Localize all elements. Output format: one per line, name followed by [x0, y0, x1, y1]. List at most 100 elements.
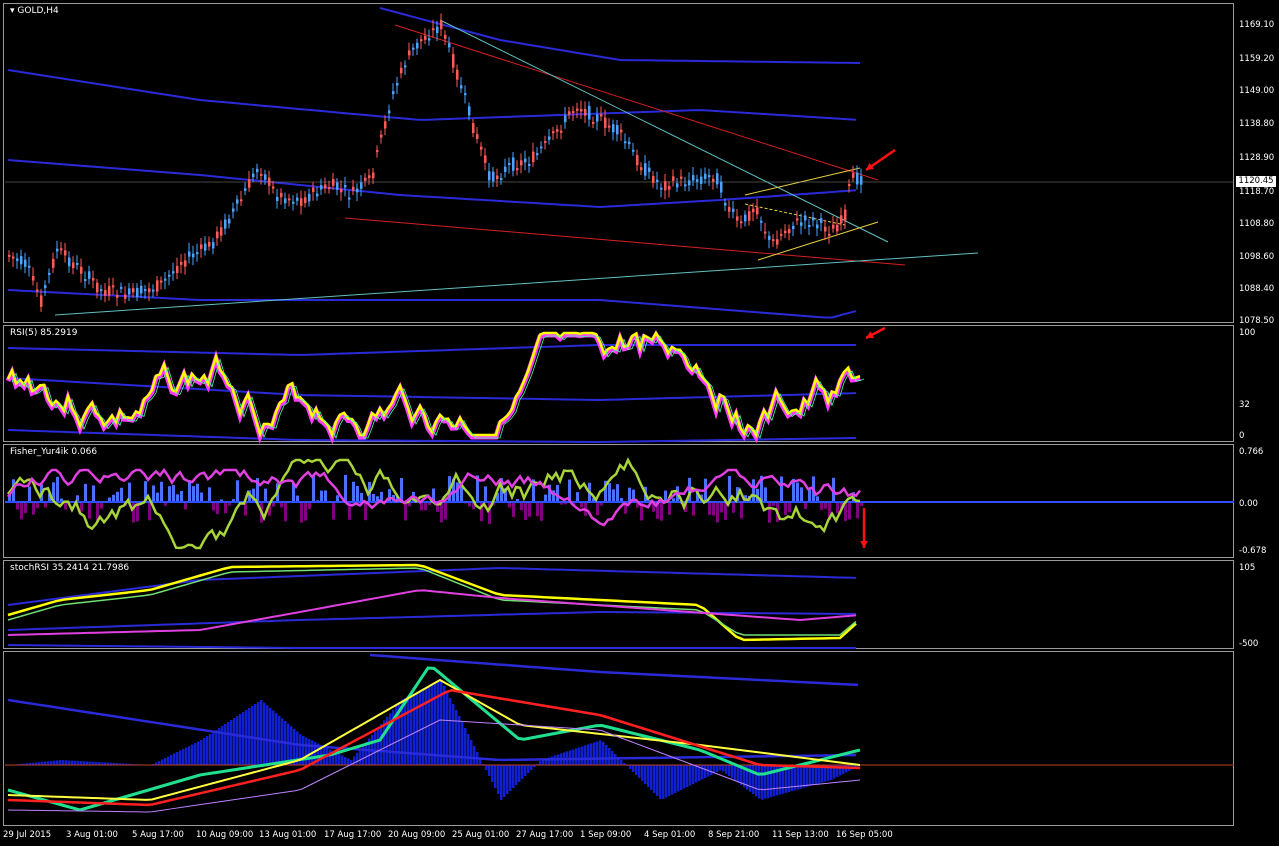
candle-body	[352, 186, 355, 191]
oscillator-bar	[662, 765, 665, 799]
time-axis-label: 10 Aug 09:00	[196, 830, 254, 840]
oscillator-bar	[683, 765, 686, 789]
candle-body	[424, 36, 427, 40]
candle-body	[824, 226, 827, 232]
fisher-bar	[668, 502, 671, 515]
oscillator-bar	[68, 760, 71, 765]
time-axis-label: 3 Aug 01:00	[66, 830, 118, 840]
fisher-bar	[356, 485, 359, 502]
oscillator-bar	[263, 702, 266, 765]
candle-body	[564, 115, 567, 123]
candle-body	[68, 257, 71, 267]
oscillator-bar	[197, 741, 200, 765]
fisher-bar	[196, 483, 199, 502]
oscillator-bar	[602, 742, 605, 765]
oscillator-bar	[599, 740, 602, 765]
oscillator-bar	[812, 765, 815, 786]
rsi-band-upper	[7, 344, 856, 356]
current-price-marker: 1120.45	[1236, 176, 1276, 187]
candle-body	[272, 186, 275, 189]
candle-body	[608, 125, 611, 128]
candle-body	[316, 193, 319, 197]
candle-body	[580, 109, 583, 112]
candle-body	[856, 172, 859, 185]
oscillator-bar	[47, 761, 50, 765]
candle-body	[84, 279, 87, 282]
price-axis-label: 1078.50	[1239, 316, 1275, 326]
oscillator-bar	[725, 765, 728, 774]
oscillator-bar	[809, 765, 812, 786]
candle-body	[292, 201, 295, 204]
fisher-bar	[528, 502, 531, 517]
fisher-bar	[768, 502, 771, 523]
fisher-bar	[312, 475, 315, 502]
candle-body	[332, 179, 335, 186]
fisher-bar	[544, 494, 547, 502]
candle-body	[820, 218, 823, 223]
oscillator-bar	[212, 732, 215, 765]
fisher-bar	[536, 502, 539, 517]
candle-body	[860, 176, 863, 185]
candle-body	[8, 254, 11, 257]
fisher-bar	[20, 502, 23, 520]
candle-body	[148, 288, 151, 293]
candle-body	[664, 181, 667, 191]
rsi-line	[6, 330, 861, 439]
time-axis-label: 5 Aug 17:00	[132, 830, 184, 840]
candle-body	[156, 280, 159, 292]
oscillator-bar	[443, 686, 446, 765]
fisher-bar	[200, 492, 203, 502]
oscillator-bar	[254, 704, 257, 765]
oscillator-bar	[701, 765, 704, 780]
fisher-bar	[236, 480, 239, 502]
oscillator-bar	[497, 765, 500, 794]
fisher-bar	[716, 502, 719, 523]
time-axis-label: 8 Sep 21:00	[708, 830, 760, 840]
oscillator-bar	[584, 745, 587, 765]
candle-body	[444, 34, 447, 39]
candle-body	[756, 207, 759, 215]
candle-body	[436, 26, 439, 34]
oscillator-bar	[446, 692, 449, 765]
fisher-bar	[24, 502, 27, 514]
candle-body	[468, 106, 471, 116]
candle-body	[844, 209, 847, 221]
oscillator-bar	[77, 760, 80, 765]
candle-body	[160, 280, 163, 283]
candle-body	[204, 243, 207, 251]
oscillator-bar	[257, 702, 260, 765]
oscillator-bar	[50, 760, 53, 765]
candle-body	[412, 47, 415, 50]
candle-body	[708, 175, 711, 178]
oscillator-bar	[164, 758, 167, 765]
fisher-bar	[192, 486, 195, 502]
time-axis-label: 17 Aug 17:00	[324, 830, 382, 840]
candle-body	[688, 180, 691, 186]
oscillator-bar	[185, 747, 188, 765]
oscillator-bar	[269, 707, 272, 765]
candle-body	[460, 85, 463, 89]
candle-body	[800, 222, 803, 226]
candle-body	[568, 111, 571, 115]
fisher-bar	[28, 486, 31, 502]
oscillator-bar	[173, 753, 176, 765]
candle-body	[12, 256, 15, 259]
candle-body	[584, 108, 587, 116]
fisher-bar	[324, 490, 327, 502]
candle-body	[764, 231, 767, 234]
candle-body	[552, 131, 555, 134]
fisher-bar	[352, 481, 355, 502]
oscillator-bar	[689, 765, 692, 786]
oscillator-bar	[440, 680, 443, 765]
fisher-bar	[120, 487, 123, 502]
candle-body	[132, 288, 135, 293]
oscillator-bar	[266, 705, 269, 765]
candle-body	[336, 182, 339, 190]
oscillator-bar	[674, 765, 677, 793]
candle-body	[464, 93, 467, 96]
candle-body	[588, 105, 591, 120]
oscillator-bar	[290, 726, 293, 765]
candle-body	[488, 171, 491, 181]
candle-body	[572, 111, 575, 114]
oscillator-bar	[704, 765, 707, 778]
